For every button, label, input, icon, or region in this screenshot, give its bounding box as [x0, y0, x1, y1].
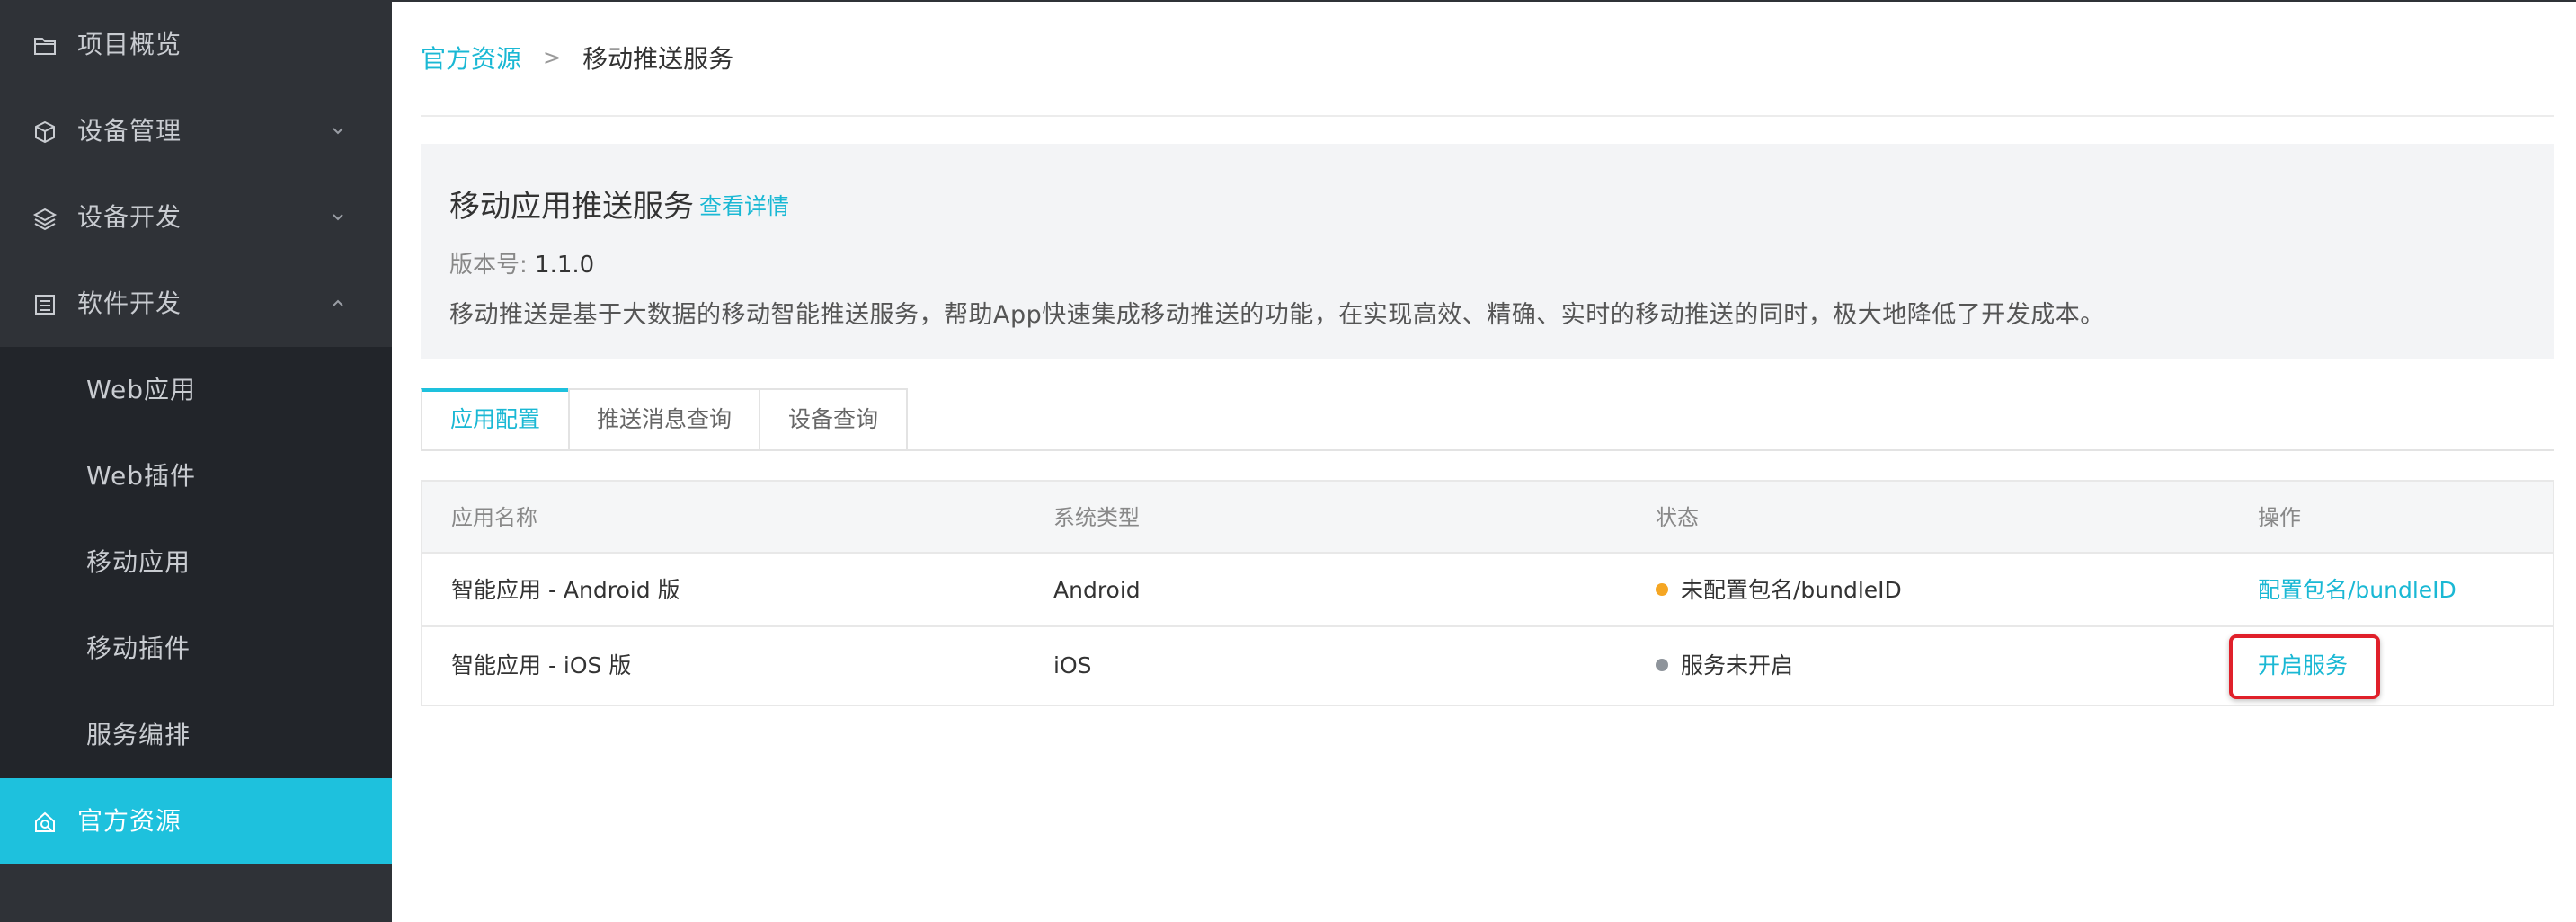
sidebar-subitem-web-app[interactable]: Web应用	[0, 347, 392, 433]
sidebar-item-device-development[interactable]: 设备开发	[0, 174, 392, 261]
sidebar-item-device-management[interactable]: 设备管理	[0, 88, 392, 174]
column-header-os-type: 系统类型	[1053, 505, 1140, 530]
resource-icon	[35, 811, 55, 832]
sidebar-subitem-label: 移动应用	[86, 547, 191, 577]
status-cell: 未配置包名/bundleID	[1656, 554, 1902, 627]
column-header-status: 状态	[1656, 505, 1699, 530]
os-type-cell: Android	[1053, 577, 1141, 603]
sidebar-subitem-service-orchestration[interactable]: 服务编排	[0, 692, 392, 778]
tab-underline	[421, 449, 2554, 451]
layers-icon	[32, 208, 58, 231]
column-header-action: 操作	[2258, 505, 2301, 530]
sidebar-subitem-label: Web应用	[86, 375, 197, 404]
sidebar-subitem-web-plugin[interactable]: Web插件	[0, 433, 392, 519]
breadcrumb-parent-link[interactable]: 官方资源	[421, 40, 521, 75]
table-row: 智能应用 - Android 版 Android 未配置包名/bundleID …	[422, 554, 2553, 627]
tab-device-query[interactable]: 设备查询	[759, 388, 908, 451]
view-details-link[interactable]: 查看详情	[699, 189, 789, 221]
highlight-box	[2229, 634, 2380, 699]
sidebar-item-project-overview[interactable]: 项目概览	[0, 2, 392, 88]
list-icon	[35, 295, 55, 315]
sidebar-item-official-resources[interactable]: 官方资源	[0, 778, 392, 864]
sidebar-item-label: 设备管理	[77, 116, 182, 146]
tab-app-config[interactable]: 应用配置	[421, 388, 570, 451]
version-label: 版本号:	[449, 252, 528, 279]
sidebar-item-label: 设备开发	[77, 202, 182, 232]
sidebar-subitem-label: 服务编排	[86, 720, 191, 749]
status-dot-icon	[1656, 659, 1668, 671]
breadcrumb-current: 移动推送服务	[582, 44, 734, 74]
chevron-up-icon	[333, 299, 343, 306]
chevron-down-icon	[333, 214, 343, 221]
sidebar-item-label: 项目概览	[77, 30, 182, 59]
status-cell: 服务未开启	[1656, 627, 1793, 705]
app-name-cell: 智能应用 - Android 版	[451, 577, 680, 603]
top-border	[392, 0, 2576, 2]
sidebar-item-label: 软件开发	[77, 288, 182, 318]
status-text: 未配置包名/bundleID	[1681, 577, 1902, 603]
column-header-app-name: 应用名称	[451, 505, 537, 530]
sidebar-item-label: 官方资源	[77, 806, 182, 836]
sidebar-subitem-mobile-plugin[interactable]: 移动插件	[0, 606, 392, 692]
sidebar-item-software-development[interactable]: 软件开发	[0, 261, 392, 347]
configure-bundle-id-link[interactable]: 配置包名/bundleID	[2258, 554, 2456, 627]
breadcrumb: 官方资源 > 移动推送服务	[421, 38, 733, 77]
tab-push-message-query[interactable]: 推送消息查询	[568, 388, 760, 451]
cube-icon	[35, 120, 55, 144]
version-info: 版本号: 1.1.0	[449, 246, 594, 279]
status-dot-icon	[1656, 583, 1668, 596]
chevron-down-icon	[333, 128, 343, 135]
os-type-cell: iOS	[1053, 652, 1092, 678]
version-value: 1.1.0	[535, 252, 595, 279]
sidebar-subitem-label: 移动插件	[86, 634, 191, 663]
sidebar-subitem-mobile-app[interactable]: 移动应用	[0, 519, 392, 606]
sidebar-subitem-label: Web插件	[86, 461, 197, 491]
service-title: 移动应用推送服务	[449, 189, 694, 225]
divider	[421, 115, 2554, 117]
table-header: 应用名称 系统类型 状态 操作	[422, 482, 2553, 554]
service-info-panel: 移动应用推送服务 查看详情 版本号: 1.1.0 移动推送是基于大数据的移动智能…	[421, 144, 2554, 359]
service-description: 移动推送是基于大数据的移动智能推送服务，帮助App快速集成移动推送的功能，在实现…	[449, 301, 2105, 329]
status-text: 服务未开启	[1681, 652, 1794, 678]
app-name-cell: 智能应用 - iOS 版	[451, 652, 632, 678]
folder-icon	[34, 38, 56, 55]
breadcrumb-separator: >	[543, 45, 562, 70]
